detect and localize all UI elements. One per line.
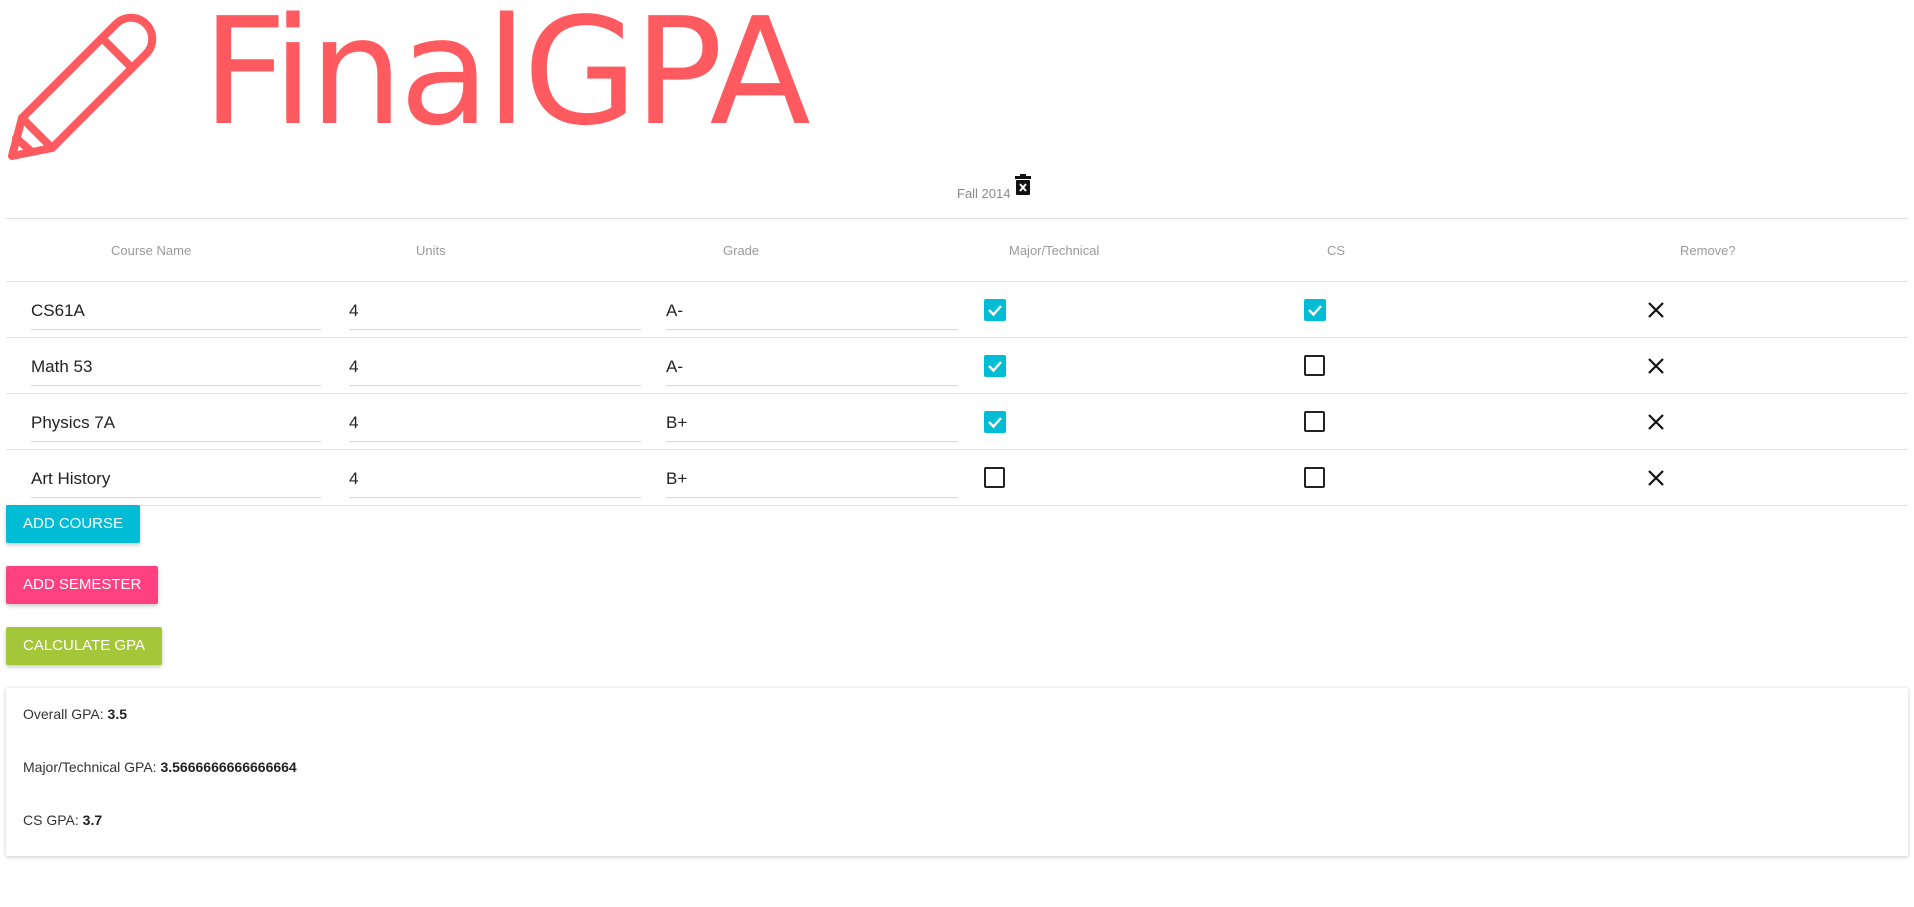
header-remove: Remove? bbox=[1593, 218, 1908, 282]
cs-checkbox[interactable] bbox=[1304, 467, 1325, 488]
course-name-input[interactable]: CS61A bbox=[31, 290, 321, 330]
units-input[interactable]: 4 bbox=[349, 346, 641, 386]
header-units: Units bbox=[324, 218, 641, 282]
delete-icon[interactable] bbox=[1014, 174, 1032, 196]
grade-input[interactable]: A- bbox=[666, 290, 958, 330]
cs-cell bbox=[1276, 449, 1593, 506]
cs-checkbox[interactable] bbox=[1304, 298, 1326, 321]
calculate-gpa-button[interactable]: CALCULATE GPA bbox=[6, 627, 162, 665]
major-cell bbox=[958, 393, 1276, 450]
grade-input[interactable]: A- bbox=[666, 346, 958, 386]
overall-gpa-value: 3.5 bbox=[107, 706, 128, 722]
semester-header: Fall 2014 bbox=[0, 172, 1914, 202]
table-row: CS61A 4 A- bbox=[6, 281, 1908, 338]
grade-cell: B+ bbox=[641, 393, 958, 450]
cs-gpa-line: CS GPA: 3.7 bbox=[23, 812, 102, 828]
major-cell bbox=[958, 449, 1276, 506]
header-grade: Grade bbox=[641, 218, 958, 282]
cs-gpa-label: CS GPA: bbox=[23, 812, 79, 828]
cs-gpa-value: 3.7 bbox=[82, 812, 103, 828]
semester-title: Fall 2014 bbox=[957, 186, 1011, 201]
cs-checkbox[interactable] bbox=[1304, 355, 1325, 376]
cs-cell bbox=[1276, 337, 1593, 394]
course-name-input[interactable]: Math 53 bbox=[31, 346, 321, 386]
major-technical-checkbox[interactable] bbox=[984, 354, 1006, 377]
header-course-name: Course Name bbox=[6, 218, 324, 282]
course-name-input[interactable]: Physics 7A bbox=[31, 402, 321, 442]
overall-gpa-label: Overall GPA: bbox=[23, 706, 104, 722]
major-technical-checkbox[interactable] bbox=[984, 410, 1006, 433]
major-cell bbox=[958, 281, 1276, 338]
course-name-cell: Physics 7A bbox=[6, 393, 324, 450]
add-semester-button[interactable]: ADD SEMESTER bbox=[6, 566, 159, 604]
table-row: Physics 7A 4 B+ bbox=[6, 393, 1908, 450]
remove-cell bbox=[1593, 281, 1908, 338]
course-name-input[interactable]: Art History bbox=[31, 458, 321, 498]
remove-course-icon[interactable] bbox=[1647, 301, 1665, 319]
remove-cell bbox=[1593, 337, 1908, 394]
table-header-row: Course Name Units Grade Major/Technical … bbox=[6, 218, 1908, 282]
gpa-results-panel: Overall GPA: 3.5 Major/Technical GPA: 3.… bbox=[6, 688, 1908, 856]
grade-cell: B+ bbox=[641, 449, 958, 506]
units-cell: 4 bbox=[324, 393, 641, 450]
remove-course-icon[interactable] bbox=[1647, 469, 1665, 487]
units-input[interactable]: 4 bbox=[349, 458, 641, 498]
course-table: Course Name Units Grade Major/Technical … bbox=[6, 218, 1908, 506]
major-technical-checkbox[interactable] bbox=[984, 467, 1005, 488]
major-gpa-value: 3.5666666666666664 bbox=[160, 759, 297, 775]
cs-cell bbox=[1276, 281, 1593, 338]
table-row: Math 53 4 A- bbox=[6, 337, 1908, 394]
units-cell: 4 bbox=[324, 281, 641, 338]
course-name-cell: Art History bbox=[6, 449, 324, 506]
units-cell: 4 bbox=[324, 337, 641, 394]
grade-cell: A- bbox=[641, 281, 958, 338]
grade-cell: A- bbox=[641, 337, 958, 394]
units-cell: 4 bbox=[324, 449, 641, 506]
table-row: Art History 4 B+ bbox=[6, 449, 1908, 506]
header-major-technical: Major/Technical bbox=[958, 218, 1276, 282]
header-cs: CS bbox=[1276, 218, 1593, 282]
remove-cell bbox=[1593, 393, 1908, 450]
remove-course-icon[interactable] bbox=[1647, 413, 1665, 431]
course-name-cell: Math 53 bbox=[6, 337, 324, 394]
cs-cell bbox=[1276, 393, 1593, 450]
overall-gpa-line: Overall GPA: 3.5 bbox=[23, 706, 127, 722]
major-gpa-line: Major/Technical GPA: 3.5666666666666664 bbox=[23, 759, 297, 775]
grade-input[interactable]: B+ bbox=[666, 458, 958, 498]
major-cell bbox=[958, 337, 1276, 394]
course-name-cell: CS61A bbox=[6, 281, 324, 338]
pencil-icon bbox=[8, 13, 157, 160]
brand-name: FinalGPA bbox=[202, 0, 811, 158]
grade-input[interactable]: B+ bbox=[666, 402, 958, 442]
units-input[interactable]: 4 bbox=[349, 402, 641, 442]
add-course-button[interactable]: ADD COURSE bbox=[6, 505, 141, 543]
major-gpa-label: Major/Technical GPA: bbox=[23, 759, 157, 775]
major-technical-checkbox[interactable] bbox=[984, 298, 1006, 321]
remove-course-icon[interactable] bbox=[1647, 357, 1665, 375]
app-logo: FinalGPA bbox=[4, 0, 824, 160]
cs-checkbox[interactable] bbox=[1304, 411, 1325, 432]
remove-cell bbox=[1593, 449, 1908, 506]
units-input[interactable]: 4 bbox=[349, 290, 641, 330]
